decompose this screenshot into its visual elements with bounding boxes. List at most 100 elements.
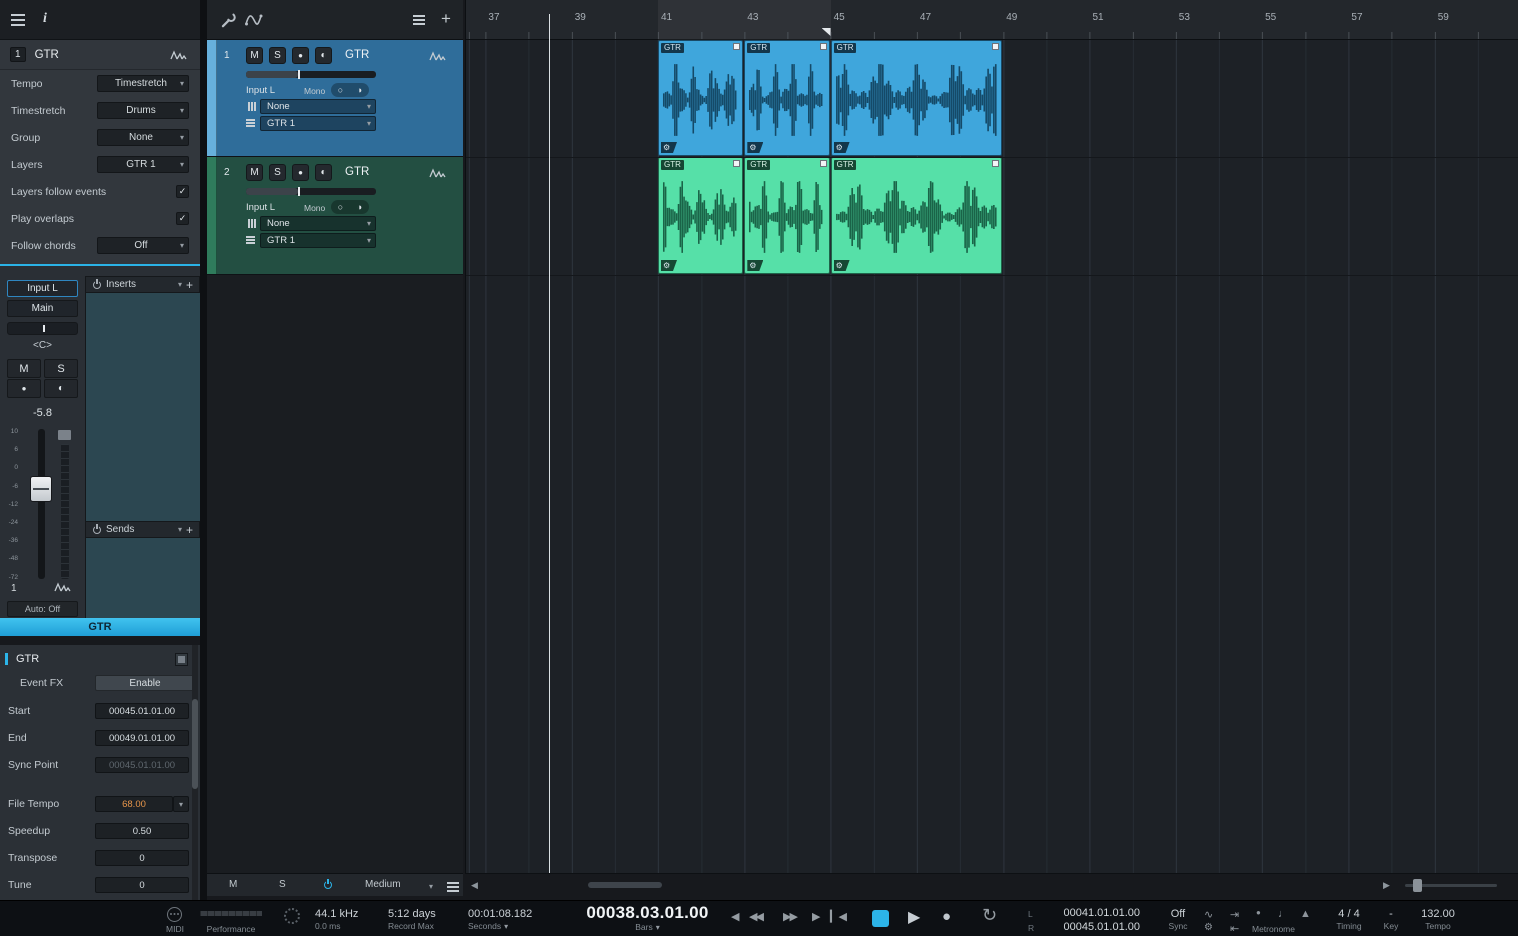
audio-clip[interactable]: GTR ⚙ xyxy=(830,40,1003,156)
record-dot-icon[interactable]: ● xyxy=(1256,908,1261,917)
loop-end-value[interactable]: 00045.01.01.00 xyxy=(1038,921,1140,933)
track-mono-label[interactable]: Mono xyxy=(304,86,325,96)
tempo-mode-select[interactable]: Timestretch ▾ xyxy=(97,75,189,92)
track-monitor-button[interactable]: ◐ xyxy=(315,47,332,64)
track-mono-label[interactable]: Mono xyxy=(304,203,325,213)
secondary-time-unit[interactable]: Seconds xyxy=(468,921,501,932)
sync-value[interactable]: Off xyxy=(1156,907,1200,921)
track-color-strip[interactable] xyxy=(207,40,217,156)
clip-resize-handle[interactable] xyxy=(733,43,741,50)
tempo-block[interactable]: 132.00 Tempo xyxy=(1412,907,1464,932)
horizontal-scrollbar[interactable] xyxy=(588,882,662,888)
clip-fx-icon[interactable]: ⚙ xyxy=(661,142,677,153)
sync-block[interactable]: Off Sync xyxy=(1156,907,1200,932)
main-time-display[interactable]: 00038.03.01.00 xyxy=(575,904,720,922)
collapse-icon[interactable]: ▾ xyxy=(178,280,182,289)
punch-in-icon[interactable]: ⇥ xyxy=(1230,908,1239,921)
clip-fx-icon[interactable]: ⚙ xyxy=(747,260,764,271)
mute-button[interactable]: M xyxy=(7,359,41,378)
track-solo-button[interactable]: S xyxy=(269,47,286,64)
track-input-label[interactable]: Input L xyxy=(246,202,275,213)
layer-select[interactable]: GTR 1 ▾ xyxy=(260,233,376,248)
loop-button[interactable]: ↻ xyxy=(982,905,997,926)
audio-clip[interactable]: GTR ⚙ xyxy=(744,40,830,156)
audio-clip[interactable]: GTR ⚙ xyxy=(658,40,744,156)
step-forward-button[interactable]: ▶ xyxy=(812,910,820,923)
return-to-start-button[interactable]: ▎◀ xyxy=(830,910,847,923)
note-icon[interactable]: ♩ xyxy=(1278,908,1289,920)
tune-field[interactable]: 0 xyxy=(95,877,189,893)
transpose-field[interactable]: 0 xyxy=(95,850,189,866)
solo-button[interactable]: S xyxy=(44,359,78,378)
fader-value[interactable]: -5.8 xyxy=(0,407,85,419)
audio-clip[interactable]: GTR ⚙ xyxy=(658,157,744,274)
layer-select[interactable]: GTR 1 ▾ xyxy=(260,116,376,131)
clip-fx-icon[interactable]: ⚙ xyxy=(833,260,850,271)
loop-end-marker[interactable] xyxy=(821,28,831,36)
track-list-menu-icon[interactable] xyxy=(413,15,425,17)
zoom-slider-handle[interactable] xyxy=(1413,879,1422,892)
fader-handle[interactable] xyxy=(30,476,52,502)
track-volume-slider[interactable] xyxy=(246,70,376,79)
info-icon[interactable]: i xyxy=(43,11,47,27)
event-fx-enable-button[interactable]: Enable xyxy=(95,675,195,691)
clip-fx-icon[interactable]: ⚙ xyxy=(833,142,850,153)
track-mute-button[interactable]: M xyxy=(246,164,263,181)
track-mute-button[interactable]: M xyxy=(246,47,263,64)
step-back-button[interactable]: ◀ xyxy=(731,910,739,923)
fast-forward-button[interactable]: ▶▶ xyxy=(783,910,798,923)
track-header-2[interactable]: 2 M S ● ◐ GTR Input L Mono ○ ◑ None ▾ GTR … xyxy=(207,157,463,275)
key-block[interactable]: - Key xyxy=(1376,907,1406,932)
wrench-icon[interactable] xyxy=(219,11,237,29)
speedup-field[interactable]: 0.50 xyxy=(95,823,189,839)
power-icon[interactable] xyxy=(92,523,102,535)
instrument-select[interactable]: None ▾ xyxy=(260,99,376,114)
menu-icon[interactable] xyxy=(11,14,25,16)
gear-icon[interactable]: ⚙ xyxy=(1204,922,1213,933)
punch-out-icon[interactable]: ⇤ xyxy=(1230,922,1239,935)
monitor-pill[interactable]: ○ ◑ xyxy=(331,83,369,97)
play-button[interactable]: ▶ xyxy=(908,907,920,927)
add-send-button[interactable]: + xyxy=(186,524,193,536)
stop-button[interactable] xyxy=(872,910,889,927)
track-solo-button[interactable]: S xyxy=(269,164,286,181)
clip-resize-handle[interactable] xyxy=(819,43,827,50)
scroll-right-button[interactable]: ▶ xyxy=(1383,880,1390,891)
main-time-unit[interactable]: Bars xyxy=(635,922,652,933)
secondary-time-block[interactable]: 00:01:08.182 Seconds ▾ xyxy=(468,907,532,932)
track-header-1[interactable]: 1 M S ● ◐ GTR Input L Mono ○ ◑ None ▾ GTR … xyxy=(207,40,463,157)
start-field[interactable]: 00045.01.01.00 xyxy=(95,703,189,719)
collapse-icon[interactable]: ▾ xyxy=(178,525,182,534)
performance-meter[interactable] xyxy=(200,911,262,916)
clip-fx-icon[interactable]: ⚙ xyxy=(661,260,677,271)
layers-select[interactable]: GTR 1 ▾ xyxy=(97,156,189,173)
timeline-ruler[interactable]: 37 39 41 43 45 47 49 51 53 55 57 59 xyxy=(465,0,1518,40)
clip-fx-icon[interactable]: ⚙ xyxy=(747,142,764,153)
scroll-left-button[interactable]: ◀ xyxy=(471,880,478,891)
timesig-block[interactable]: 4 / 4 Timing xyxy=(1326,907,1372,932)
input-gain-slider[interactable] xyxy=(7,322,78,335)
input-select[interactable]: Input L xyxy=(7,280,78,297)
record-button[interactable]: ● xyxy=(942,908,951,925)
fader-track[interactable] xyxy=(38,429,45,579)
clip-resize-handle[interactable] xyxy=(992,160,1000,167)
loop-region[interactable] xyxy=(658,0,831,40)
automation-curve-icon[interactable] xyxy=(245,13,263,27)
timesig-value[interactable]: 4 / 4 xyxy=(1326,907,1372,921)
global-mute-button[interactable]: M xyxy=(229,879,237,890)
track-monitor-button[interactable]: ◐ xyxy=(315,164,332,181)
sends-list[interactable] xyxy=(85,538,200,620)
channel-tab[interactable]: GTR xyxy=(0,618,200,636)
event-mute-checkbox[interactable] xyxy=(175,652,188,666)
playback-quality-select[interactable]: Medium xyxy=(365,879,401,890)
track-record-button[interactable]: ● xyxy=(292,164,309,181)
rewind-button[interactable]: ◀◀ xyxy=(749,910,764,923)
automation-mode-button[interactable]: Auto: Off xyxy=(7,601,78,617)
instrument-select[interactable]: None ▾ xyxy=(260,216,376,231)
inserts-list[interactable] xyxy=(85,293,200,521)
global-solo-button[interactable]: S xyxy=(279,879,286,890)
track-record-button[interactable]: ● xyxy=(292,47,309,64)
layers-follow-checkbox[interactable]: ✓ xyxy=(176,185,189,198)
track-input-label[interactable]: Input L xyxy=(246,85,275,96)
timestretch-select[interactable]: Drums ▾ xyxy=(97,102,189,119)
